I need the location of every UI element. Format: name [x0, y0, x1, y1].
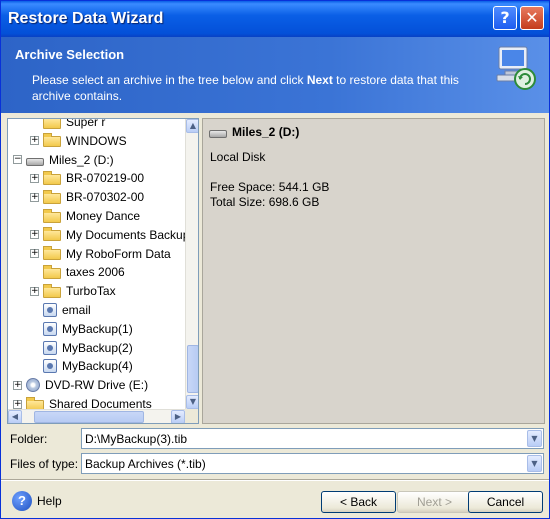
expand-icon[interactable]: + — [30, 286, 39, 296]
dvd-drive-icon — [26, 378, 40, 393]
expand-icon[interactable]: + — [13, 399, 22, 409]
file-type-value[interactable]: Backup Archives (*.tib) — [85, 457, 206, 471]
folder-icon — [43, 246, 61, 261]
tree-item-label[interactable]: WINDOWS — [66, 134, 127, 148]
wizard-header: Archive Selection Please select an archi… — [1, 37, 549, 113]
backup-archive-icon — [43, 321, 57, 336]
tree-item-label[interactable]: BR-070302-00 — [66, 190, 144, 204]
title-bar[interactable]: Restore Data Wizard ? ✕ — [1, 1, 549, 37]
restore-data-wizard-window: Restore Data Wizard ? ✕ Archive Selectio… — [0, 0, 550, 519]
tree-item-label[interactable]: MyBackup(1) — [62, 322, 133, 336]
tree-item-label[interactable]: My RoboForm Data — [66, 247, 171, 261]
chevron-down-icon[interactable]: ▼ — [527, 455, 542, 472]
step-title: Archive Selection — [15, 47, 125, 62]
folder-icon — [43, 170, 61, 185]
tree-item[interactable]: taxes 2006 — [30, 263, 125, 281]
tree-item[interactable]: + My RoboForm Data — [30, 245, 171, 263]
folder-label: Folder: — [10, 432, 48, 446]
scroll-down-button[interactable]: ▼ — [186, 395, 198, 409]
tree-item[interactable]: email — [30, 301, 91, 319]
help-label[interactable]: Help — [37, 494, 62, 508]
tree-horizontal-scrollbar[interactable]: ◀ ▶ — [8, 409, 185, 423]
info-drive-type: Local Disk — [210, 150, 266, 164]
folder-icon — [43, 208, 61, 223]
tree-item[interactable]: MyBackup(1) — [30, 320, 133, 338]
tree-item-label[interactable]: My Documents Backup — [66, 228, 189, 242]
selection-info-panel: Miles_2 (D:) Local Disk Free Space: 544.… — [202, 118, 545, 424]
expand-icon[interactable]: + — [13, 380, 22, 390]
expand-icon[interactable]: + — [30, 173, 39, 183]
tree-item[interactable]: − Miles_2 (D:) — [13, 151, 114, 169]
title-help-button[interactable]: ? — [493, 6, 517, 30]
expand-icon[interactable]: + — [30, 249, 39, 259]
info-header: Miles_2 (D:) — [209, 125, 299, 139]
folder-value[interactable]: D:\MyBackup(3).tib — [85, 432, 187, 446]
tree-item[interactable]: + TurboTax — [30, 282, 116, 300]
cancel-button[interactable]: Cancel — [468, 491, 543, 513]
expand-icon[interactable]: + — [30, 230, 39, 240]
tree-item-label[interactable]: MyBackup(2) — [62, 341, 133, 355]
folder-icon — [43, 119, 61, 129]
tree-item[interactable]: Money Dance — [30, 207, 140, 225]
expand-icon[interactable]: + — [30, 136, 39, 146]
tree-item-label[interactable]: Miles_2 (D:) — [49, 153, 114, 167]
scroll-right-button[interactable]: ▶ — [171, 410, 185, 423]
tree-item-label[interactable]: Super r — [66, 119, 105, 129]
archive-tree[interactable]: Super r + WINDOWS − Miles_2 (D:) + BR-070219-0… — [7, 118, 199, 424]
footer-divider — [1, 479, 549, 481]
help-link[interactable]: ? Help — [12, 491, 62, 511]
tree-vertical-scrollbar[interactable]: ▲ ▼ — [185, 119, 198, 409]
expand-icon[interactable]: + — [30, 192, 39, 202]
tree-item[interactable]: MyBackup(4) — [30, 357, 133, 375]
tree-item[interactable]: + BR-070302-00 — [30, 188, 144, 206]
info-free-space: Free Space: 544.1 GB — [210, 180, 330, 194]
folder-icon — [43, 133, 61, 148]
tree-item-label[interactable]: MyBackup(4) — [62, 359, 133, 373]
step-description: Please select an archive in the tree bel… — [32, 73, 459, 103]
tree-item-label[interactable]: taxes 2006 — [66, 265, 125, 279]
collapse-icon[interactable]: − — [13, 155, 22, 165]
tree-item[interactable]: Super r — [30, 119, 105, 131]
folder-icon — [43, 283, 61, 298]
drive-icon — [209, 130, 227, 138]
horizontal-scroll-thumb[interactable] — [34, 411, 144, 423]
scroll-left-button[interactable]: ◀ — [8, 410, 22, 423]
backup-archive-icon — [43, 340, 57, 355]
tree-item[interactable]: MyBackup(2) — [30, 339, 133, 357]
title-close-button[interactable]: ✕ — [520, 6, 544, 30]
scrollbar-corner — [185, 409, 198, 423]
backup-archive-icon — [43, 303, 57, 317]
tree-item-label[interactable]: DVD-RW Drive (E:) — [45, 378, 148, 392]
back-button[interactable]: < Back — [321, 491, 396, 513]
computer-restore-icon — [496, 46, 536, 90]
help-icon[interactable]: ? — [12, 491, 32, 511]
tree-item-label[interactable]: BR-070219-00 — [66, 171, 144, 185]
tree-item-label[interactable]: Money Dance — [66, 209, 140, 223]
tree-item-label[interactable]: email — [62, 303, 91, 317]
tree-item[interactable]: + My Documents Backup — [30, 226, 189, 244]
tree-item[interactable]: + WINDOWS — [30, 132, 127, 150]
chevron-down-icon[interactable]: ▼ — [527, 430, 542, 447]
folder-icon — [43, 189, 61, 204]
tree-item[interactable]: + DVD-RW Drive (E:) — [13, 376, 148, 394]
drive-icon — [26, 157, 44, 166]
tree-item-label[interactable]: TurboTax — [66, 284, 116, 298]
folder-icon — [43, 227, 61, 242]
tree-item[interactable]: + BR-070219-00 — [30, 169, 144, 187]
next-button[interactable]: Next > — [397, 491, 472, 513]
vertical-scroll-thumb[interactable] — [187, 345, 198, 393]
scroll-up-button[interactable]: ▲ — [186, 119, 198, 133]
backup-archive-icon — [43, 359, 57, 374]
file-type-label: Files of type: — [10, 457, 79, 471]
file-type-combobox[interactable]: Backup Archives (*.tib) ▼ — [81, 453, 544, 474]
window-title: Restore Data Wizard — [8, 10, 164, 27]
folder-combobox[interactable]: D:\MyBackup(3).tib ▼ — [81, 428, 544, 449]
info-drive-name: Miles_2 (D:) — [232, 125, 300, 139]
info-total-size: Total Size: 698.6 GB — [210, 195, 320, 209]
folder-icon — [43, 264, 61, 279]
